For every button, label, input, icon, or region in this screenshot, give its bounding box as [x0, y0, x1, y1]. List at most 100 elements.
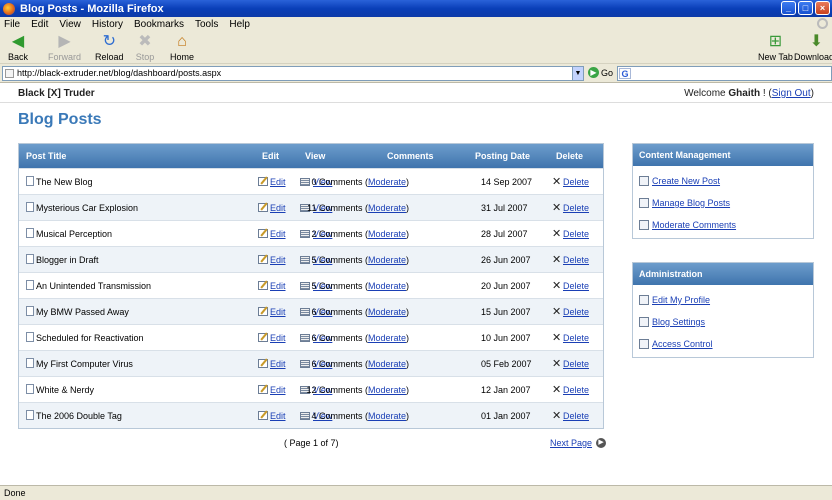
access-control-icon	[639, 339, 649, 349]
comments-cell: 5 Comments (Moderate)	[311, 281, 409, 291]
panel-item: Manage Blog Posts	[633, 192, 813, 214]
url-input[interactable]: http://black-extruder.net/blog/dashboard…	[2, 66, 584, 81]
new-tab-button[interactable]: ⊞ New Tab	[758, 33, 793, 63]
menu-bar: File Edit View History Bookmarks Tools H…	[0, 17, 832, 31]
menu-file[interactable]: File	[4, 19, 20, 30]
table-row: Blogger in Draft Edit View 5 Comments (Mode…	[19, 246, 603, 272]
new-tab-icon: ⊞	[768, 33, 783, 50]
home-icon: ⌂	[177, 33, 187, 50]
address-bar: http://black-extruder.net/blog/dashboard…	[0, 64, 832, 83]
close-button[interactable]: ×	[815, 1, 830, 15]
comments-cell: 6 Comments (Moderate)	[311, 307, 409, 317]
sign-out-link[interactable]: Sign Out	[772, 88, 811, 99]
posts-table: Post Title Edit View Comments Posting Da…	[18, 143, 604, 429]
reload-icon: ↻	[102, 33, 116, 50]
comments-count: 2 Comments (	[311, 229, 368, 239]
delete-link[interactable]: Delete	[563, 203, 589, 213]
moderate-link[interactable]: Moderate	[368, 229, 406, 239]
comments-cell: 6 Comments (Moderate)	[311, 359, 409, 369]
moderate-link[interactable]: Moderate	[368, 203, 406, 213]
maximize-button[interactable]: □	[798, 1, 813, 15]
menu-view[interactable]: View	[59, 19, 81, 30]
back-button[interactable]: ◀ Back	[8, 34, 28, 63]
moderate-link[interactable]: Moderate	[368, 385, 406, 395]
table-row: The 2006 Double Tag Edit View 4 Comments (M…	[19, 402, 603, 428]
reload-button[interactable]: ↻ Reload	[95, 33, 124, 63]
delete-link[interactable]: Delete	[563, 177, 589, 187]
moderate-comments-link[interactable]: Moderate Comments	[652, 220, 736, 230]
menu-bookmarks[interactable]: Bookmarks	[134, 19, 184, 30]
table-row: Mysterious Car Explosion Edit View 11 Comme…	[19, 194, 603, 220]
pager-text: ( Page 1 of 7)	[284, 438, 339, 448]
settings-icon	[639, 317, 649, 327]
comments-cell: 0 Comments (Moderate)	[311, 177, 409, 187]
moderate-link[interactable]: Moderate	[368, 359, 406, 369]
column-delete: Delete	[556, 151, 584, 161]
posting-date: 28 Jul 2007	[481, 229, 528, 239]
edit-my-profile-link[interactable]: Edit My Profile	[652, 295, 710, 305]
comments-icon	[639, 220, 649, 230]
delete-icon: ✕	[552, 228, 562, 240]
posting-date: 10 Jun 2007	[481, 333, 531, 343]
delete-link[interactable]: Delete	[563, 385, 589, 395]
comments-count: 6 Comments (	[311, 359, 368, 369]
moderate-link[interactable]: Moderate	[368, 411, 406, 421]
menu-help[interactable]: Help	[229, 19, 250, 30]
delete-link[interactable]: Delete	[563, 333, 589, 343]
create-new-post-link[interactable]: Create New Post	[652, 176, 720, 186]
delete-link[interactable]: Delete	[563, 359, 589, 369]
delete-link[interactable]: Delete	[563, 307, 589, 317]
table-row: An Unintended Transmission Edit View 5 Comm…	[19, 272, 603, 298]
menu-history[interactable]: History	[92, 19, 123, 30]
moderate-link[interactable]: Moderate	[368, 307, 406, 317]
profile-icon	[639, 295, 649, 305]
posting-date: 01 Jan 2007	[481, 411, 531, 421]
delete-icon: ✕	[552, 306, 562, 318]
moderate-link[interactable]: Moderate	[368, 255, 406, 265]
table-row: White & Nerdy Edit View 12 Comments (Modera…	[19, 376, 603, 402]
url-dropdown-icon[interactable]: ▼	[572, 67, 583, 80]
go-arrow-icon: ▶	[588, 67, 599, 78]
go-button[interactable]: ▶ Go	[588, 67, 613, 78]
comments-cell: 12 Comments (Moderate)	[306, 385, 409, 395]
delete-icon: ✕	[552, 176, 562, 188]
delete-link[interactable]: Delete	[563, 255, 589, 265]
delete-icon: ✕	[552, 254, 562, 266]
status-bar: Done	[0, 485, 832, 500]
panel-item: Access Control	[633, 333, 813, 355]
stop-button[interactable]: ✖ Stop	[135, 34, 155, 63]
table-row: Musical Perception Edit View 2 Comments (Mo…	[19, 220, 603, 246]
delete-icon: ✕	[552, 384, 562, 396]
column-view: View	[305, 151, 326, 161]
delete-icon: ✕	[552, 332, 562, 344]
comments-count: 5 Comments (	[311, 255, 368, 265]
menu-edit[interactable]: Edit	[31, 19, 48, 30]
panel-item: Edit My Profile	[633, 289, 813, 311]
home-button[interactable]: ⌂ Home	[170, 33, 194, 63]
blog-settings-link[interactable]: Blog Settings	[652, 317, 705, 327]
moderate-link[interactable]: Moderate	[368, 281, 406, 291]
delete-link[interactable]: Delete	[563, 411, 589, 421]
table-row: My First Computer Virus Edit View 6 Comment…	[19, 350, 603, 376]
posting-date: 14 Sep 2007	[481, 177, 533, 187]
menu-tools[interactable]: Tools	[195, 19, 218, 30]
search-engine-icon[interactable]: G	[619, 68, 631, 79]
panel-item: Blog Settings	[633, 311, 813, 333]
table-header: Post Title Edit View Comments Posting Da…	[19, 144, 603, 168]
window-titlebar: Blog Posts - Mozilla Firefox _ □ ×	[0, 0, 832, 17]
access-control-link[interactable]: Access Control	[652, 339, 713, 349]
delete-link[interactable]: Delete	[563, 229, 589, 239]
posting-date: 12 Jan 2007	[481, 385, 531, 395]
minimize-button[interactable]: _	[781, 1, 796, 15]
moderate-link[interactable]: Moderate	[368, 333, 406, 343]
forward-button[interactable]: ▶ Forward	[48, 34, 81, 63]
moderate-link[interactable]: Moderate	[368, 177, 406, 187]
downloads-button[interactable]: ⬇ Downloads	[794, 34, 832, 63]
comments-count: 5 Comments (	[311, 281, 368, 291]
firefox-icon	[3, 2, 15, 15]
manage-blog-posts-link[interactable]: Manage Blog Posts	[652, 198, 730, 208]
delete-link[interactable]: Delete	[563, 281, 589, 291]
search-input[interactable]: G	[617, 66, 832, 81]
window-controls: _ □ ×	[781, 1, 830, 15]
next-page-link[interactable]: Next Page ▶	[550, 438, 607, 448]
